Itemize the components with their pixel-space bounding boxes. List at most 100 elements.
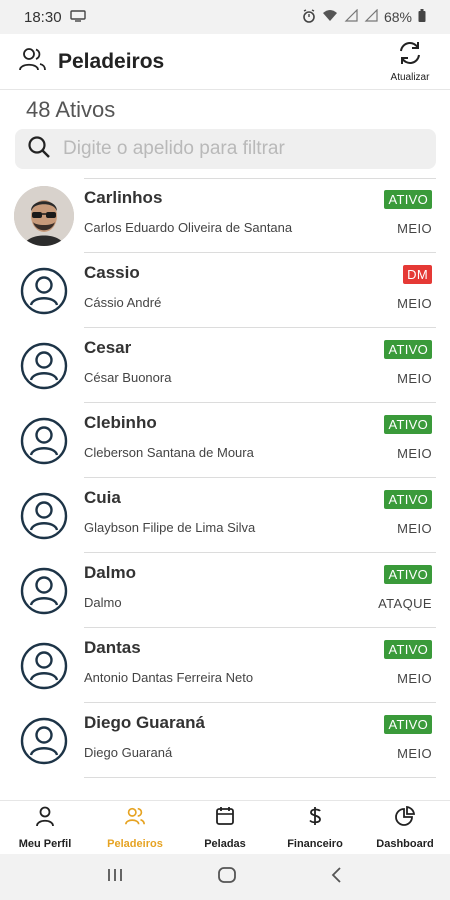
app-bar: Peladeiros Atualizar bbox=[0, 34, 450, 90]
signal-icon bbox=[364, 8, 378, 25]
player-nickname: Dantas bbox=[84, 638, 141, 657]
person-icon bbox=[34, 805, 56, 832]
player-position: MEIO bbox=[397, 445, 432, 461]
status-badge: ATIVO bbox=[384, 414, 432, 434]
player-nickname: Dalmo bbox=[84, 563, 136, 582]
people-icon bbox=[18, 46, 48, 77]
player-nickname: Cassio bbox=[84, 263, 140, 282]
list-item[interactable]: Cuia Glaybson Filipe de Lima Silva ATIVO ME… bbox=[0, 478, 450, 553]
search-box[interactable] bbox=[15, 129, 436, 169]
status-badge: ATIVO bbox=[384, 714, 432, 734]
search-input[interactable] bbox=[63, 138, 413, 160]
refresh-icon bbox=[396, 40, 424, 71]
avatar bbox=[14, 336, 74, 396]
player-nickname: Carlinhos bbox=[84, 188, 163, 207]
player-nickname: Cesar bbox=[84, 338, 132, 357]
avatar bbox=[14, 261, 74, 321]
nav-label: Peladeiros bbox=[107, 838, 163, 850]
nav-item-peladas[interactable]: Peladas bbox=[180, 801, 270, 854]
alarm-icon bbox=[302, 8, 316, 26]
avatar bbox=[14, 636, 74, 696]
player-fullname: Glaybson Filipe de Lima Silva bbox=[84, 520, 256, 535]
avatar bbox=[14, 711, 74, 771]
player-text: Cuia Glaybson Filipe de Lima Silva bbox=[84, 488, 362, 535]
list-item[interactable]: Cesar César Buonora ATIVO MEIO bbox=[0, 328, 450, 403]
battery-icon bbox=[418, 9, 426, 25]
player-position: MEIO bbox=[397, 745, 432, 761]
signal-icon bbox=[344, 8, 358, 25]
people-icon bbox=[124, 805, 146, 832]
player-position: MEIO bbox=[397, 670, 432, 686]
dollar-icon bbox=[304, 805, 326, 832]
avatar bbox=[14, 486, 74, 546]
player-meta: ATIVO ATAQUE bbox=[362, 564, 432, 611]
back-button[interactable] bbox=[330, 866, 344, 889]
player-meta: ATIVO MEIO bbox=[362, 714, 432, 761]
player-text: Diego Guaraná Diego Guaraná bbox=[84, 713, 362, 760]
player-text: Dantas Antonio Dantas Ferreira Neto bbox=[84, 638, 362, 685]
status-badge: DM bbox=[403, 264, 432, 284]
player-fullname: Cleberson Santana de Moura bbox=[84, 445, 254, 460]
list-item[interactable]: Dalmo Dalmo ATIVO ATAQUE bbox=[0, 553, 450, 628]
nav-item-financeiro[interactable]: Financeiro bbox=[270, 801, 360, 854]
player-meta: ATIVO MEIO bbox=[362, 414, 432, 461]
player-text: Cesar César Buonora bbox=[84, 338, 362, 385]
list-item[interactable]: Carlinhos Carlos Eduardo Oliveira de Sant… bbox=[0, 178, 450, 253]
list-item[interactable]: Diego Guaraná Diego Guaraná ATIVO MEIO bbox=[0, 703, 450, 778]
nav-item-dashboard[interactable]: Dashboard bbox=[360, 801, 450, 854]
player-meta: ATIVO MEIO bbox=[362, 639, 432, 686]
bottom-nav: Meu Perfil Peladeiros Peladas Financeiro Das… bbox=[0, 800, 450, 854]
player-meta: ATIVO MEIO bbox=[362, 189, 432, 236]
screen-cast-icon bbox=[69, 9, 86, 26]
list-item[interactable]: Dantas Antonio Dantas Ferreira Neto ATIVO M… bbox=[0, 628, 450, 703]
player-meta: DM MEIO bbox=[362, 264, 432, 311]
nav-label: Meu Perfil bbox=[18, 838, 72, 850]
active-count: 48 Ativos bbox=[26, 97, 116, 122]
status-time: 18:30 bbox=[24, 8, 62, 26]
home-button[interactable] bbox=[217, 866, 237, 889]
nav-item-meu-perfil[interactable]: Meu Perfil bbox=[0, 801, 90, 854]
page-title: Peladeiros bbox=[58, 49, 165, 73]
calendar-icon bbox=[214, 805, 236, 832]
player-position: MEIO bbox=[397, 295, 432, 311]
wifi-icon bbox=[322, 9, 338, 25]
player-fullname: Dalmo bbox=[84, 595, 122, 610]
avatar bbox=[14, 185, 74, 246]
player-text: Clebinho Cleberson Santana de Moura bbox=[84, 413, 362, 460]
player-position: MEIO bbox=[397, 220, 432, 236]
refresh-label: Atualizar bbox=[390, 72, 430, 83]
list-item[interactable]: Cassio Cássio André DM MEIO bbox=[0, 253, 450, 328]
player-position: MEIO bbox=[397, 370, 432, 386]
player-position: ATAQUE bbox=[378, 595, 432, 611]
nav-label: Peladas bbox=[204, 838, 246, 850]
player-fullname: Carlos Eduardo Oliveira de Santana bbox=[84, 220, 293, 235]
pie-chart-icon bbox=[394, 805, 416, 832]
player-list: Carlinhos Carlos Eduardo Oliveira de Sant… bbox=[0, 178, 450, 778]
player-fullname: Antonio Dantas Ferreira Neto bbox=[84, 670, 254, 685]
nav-item-peladeiros[interactable]: Peladeiros bbox=[90, 801, 180, 854]
player-nickname: Clebinho bbox=[84, 413, 157, 432]
list-item[interactable]: Clebinho Cleberson Santana de Moura ATIVO M… bbox=[0, 403, 450, 478]
recent-apps-button[interactable] bbox=[106, 867, 124, 888]
player-meta: ATIVO MEIO bbox=[362, 489, 432, 536]
status-badge: ATIVO bbox=[384, 639, 432, 659]
player-fullname: Cássio André bbox=[84, 295, 162, 310]
nav-label: Dashboard bbox=[376, 838, 434, 850]
player-text: Dalmo Dalmo bbox=[84, 563, 362, 610]
refresh-button[interactable]: Atualizar bbox=[384, 40, 436, 83]
player-position: MEIO bbox=[397, 520, 432, 536]
search-icon bbox=[27, 135, 51, 164]
player-text: Carlinhos Carlos Eduardo Oliveira de Sant… bbox=[84, 188, 362, 235]
player-meta: ATIVO MEIO bbox=[362, 339, 432, 386]
status-bar: 18:30 68% bbox=[0, 0, 450, 34]
avatar bbox=[14, 411, 74, 471]
status-badge: ATIVO bbox=[384, 189, 432, 209]
nav-label: Financeiro bbox=[287, 838, 343, 850]
player-fullname: César Buonora bbox=[84, 370, 172, 385]
battery-percent: 68% bbox=[383, 9, 412, 25]
status-badge: ATIVO bbox=[384, 339, 432, 359]
player-nickname: Diego Guaraná bbox=[84, 713, 205, 732]
avatar bbox=[14, 561, 74, 621]
system-nav-bar bbox=[0, 854, 450, 900]
player-text: Cassio Cássio André bbox=[84, 263, 362, 310]
